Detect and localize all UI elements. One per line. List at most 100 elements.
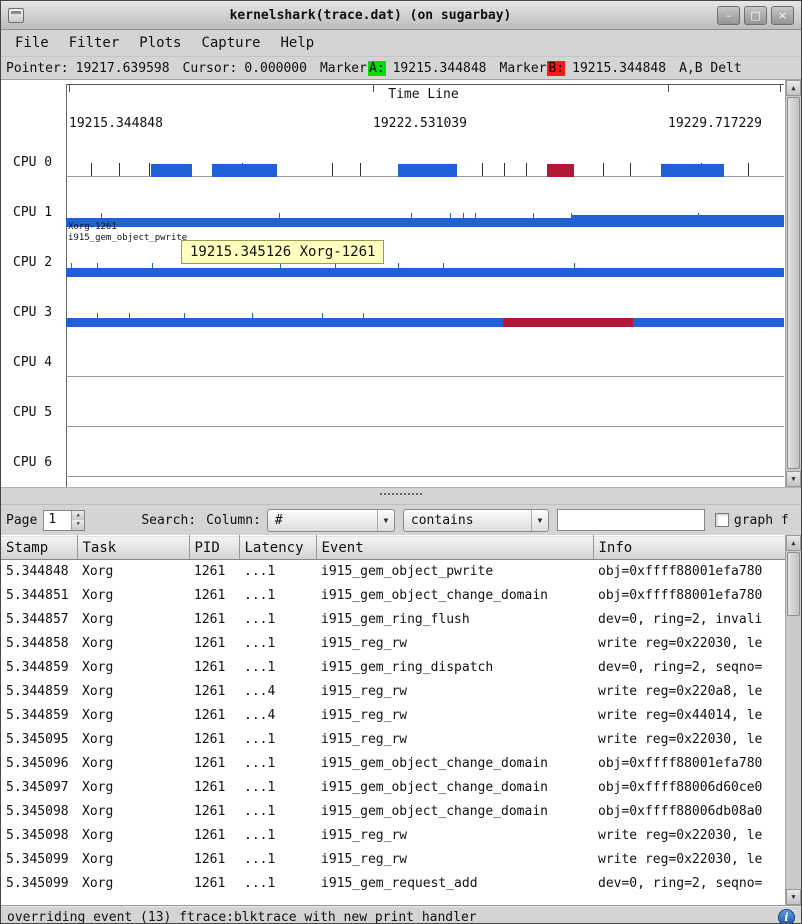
table-cell: Xorg: [77, 704, 189, 728]
table-cell: obj=0xffff88001efa780: [593, 584, 785, 608]
table-row[interactable]: 5.344859Xorg1261...4i915_reg_rwwrite reg…: [1, 704, 785, 728]
table-cell: Xorg: [77, 800, 189, 824]
match-select[interactable]: contains ▼: [403, 509, 549, 532]
cpu-row: CPU 4: [1, 338, 801, 388]
table-cell: 1261: [189, 848, 239, 872]
table-row[interactable]: 5.344859Xorg1261...4i915_reg_rwwrite reg…: [1, 680, 785, 704]
menu-help[interactable]: Help: [270, 30, 324, 56]
scrollbar-thumb[interactable]: [787, 97, 800, 469]
graph-scrollbar[interactable]: ▲ ▼: [785, 80, 801, 487]
col-header-stamp[interactable]: Stamp: [1, 536, 77, 560]
table-cell: i915_gem_ring_flush: [316, 608, 593, 632]
table-cell: 5.344859: [1, 680, 77, 704]
info-icon[interactable]: i: [778, 909, 795, 924]
table-row[interactable]: 5.345098Xorg1261...1i915_reg_rwwrite reg…: [1, 824, 785, 848]
cpu-plot[interactable]: [66, 388, 784, 438]
cpu-plot[interactable]: [66, 438, 784, 488]
table-cell: ...1: [239, 728, 316, 752]
col-header-info[interactable]: Info: [593, 536, 785, 560]
minimize-button[interactable]: –: [717, 6, 740, 25]
marker-a-chip[interactable]: A:: [368, 61, 386, 76]
table-row[interactable]: 5.345099Xorg1261...1i915_gem_request_add…: [1, 872, 785, 896]
col-header-pid[interactable]: PID: [189, 536, 239, 560]
table-row[interactable]: 5.345095Xorg1261...1i915_reg_rwwrite reg…: [1, 728, 785, 752]
event-tick: [332, 163, 333, 176]
table-row[interactable]: 5.344857Xorg1261...1i915_gem_ring_flushd…: [1, 608, 785, 632]
menu-filter[interactable]: Filter: [59, 30, 130, 56]
table-row[interactable]: 5.344851Xorg1261...1i915_gem_object_chan…: [1, 584, 785, 608]
arrow-down-icon: ▼: [791, 475, 795, 483]
status-bar: overriding event (13) ftrace:blktrace wi…: [1, 905, 801, 924]
titlebar[interactable]: kernelshark(trace.dat) (on sugarbay) – □…: [1, 1, 801, 30]
table-cell: Xorg: [77, 752, 189, 776]
table-cell: write reg=0x22030, le: [593, 848, 785, 872]
table-row[interactable]: 5.344848Xorg1261...1i915_gem_object_pwri…: [1, 560, 785, 584]
table-cell: ...1: [239, 632, 316, 656]
event-tick: [119, 163, 120, 176]
hover-task-label: Xorg-1261 i915_gem_object_pwrite: [68, 222, 187, 244]
column-selected-value: #: [268, 513, 377, 528]
scroll-up-button[interactable]: ▲: [786, 80, 801, 96]
scroll-down-button[interactable]: ▼: [786, 471, 801, 487]
close-button[interactable]: ×: [771, 6, 794, 25]
table-scrollbar[interactable]: ▲ ▼: [785, 535, 801, 905]
table-row[interactable]: 5.344859Xorg1261...1i915_gem_ring_dispat…: [1, 656, 785, 680]
event-tick: [149, 163, 150, 176]
table-cell: ...1: [239, 872, 316, 896]
table-row[interactable]: 5.345098Xorg1261...1i915_gem_object_chan…: [1, 800, 785, 824]
page-up-button[interactable]: ▲: [72, 511, 84, 521]
page-down-button[interactable]: ▼: [72, 520, 84, 530]
col-header-event[interactable]: Event: [316, 536, 593, 560]
table-cell: Xorg: [77, 608, 189, 632]
cpu-plot[interactable]: [66, 288, 784, 338]
col-header-latency[interactable]: Latency: [239, 536, 316, 560]
table-row[interactable]: 5.344858Xorg1261...1i915_reg_rwwrite reg…: [1, 632, 785, 656]
table-cell: obj=0xffff88001efa780: [593, 560, 785, 584]
table-cell: i915_reg_rw: [316, 728, 593, 752]
event-tick: [91, 163, 92, 176]
marker-b-chip[interactable]: B:: [547, 61, 565, 76]
task-bar: [151, 164, 191, 177]
table-header-row: Stamp Task PID Latency Event Info: [1, 536, 785, 560]
table-cell: dev=0, ring=2, seqno=: [593, 656, 785, 680]
column-select[interactable]: # ▼: [267, 509, 395, 532]
table-cell: i915_gem_object_pwrite: [316, 560, 593, 584]
cpu-baseline: [66, 376, 784, 377]
task-bar: [661, 164, 723, 177]
page-value: 1: [44, 511, 71, 530]
col-header-task[interactable]: Task: [77, 536, 189, 560]
search-toolbar: Page 1 ▲ ▼ Search: Column: # ▼ contains …: [1, 505, 801, 535]
scrollbar-thumb[interactable]: [787, 552, 800, 616]
table-cell: 1261: [189, 728, 239, 752]
search-input[interactable]: [557, 509, 705, 531]
table-cell: ...1: [239, 848, 316, 872]
graph-follows-checkbox[interactable]: [715, 513, 729, 527]
cpu-plot[interactable]: [66, 338, 784, 388]
cpu-plot[interactable]: [66, 238, 784, 288]
table-cell: i915_reg_rw: [316, 848, 593, 872]
task-bar: [66, 318, 784, 327]
scroll-up-button[interactable]: ▲: [786, 535, 801, 551]
menu-file[interactable]: File: [5, 30, 59, 56]
table-row[interactable]: 5.345099Xorg1261...1i915_reg_rwwrite reg…: [1, 848, 785, 872]
table-row[interactable]: 5.345097Xorg1261...1i915_gem_object_chan…: [1, 776, 785, 800]
marker-b-label: Marker: [500, 61, 547, 76]
table-row[interactable]: 5.345096Xorg1261...1i915_gem_object_chan…: [1, 752, 785, 776]
cpu-row: CPU 6: [1, 438, 801, 488]
menu-plots[interactable]: Plots: [129, 30, 191, 56]
cpu-plot[interactable]: [66, 138, 784, 188]
table-cell: obj=0xffff88006db08a0: [593, 800, 785, 824]
pane-splitter[interactable]: [1, 493, 801, 505]
menu-capture[interactable]: Capture: [191, 30, 270, 56]
event-tick: [360, 163, 361, 176]
maximize-icon: □: [750, 9, 760, 22]
task-bar: [571, 215, 784, 227]
maximize-button[interactable]: □: [744, 6, 767, 25]
pointer-bar: Pointer: 19217.639598 Cursor: 0.000000 M…: [1, 57, 801, 80]
table-cell: ...1: [239, 776, 316, 800]
scroll-down-button[interactable]: ▼: [786, 889, 801, 905]
cpu-row: CPU 2: [1, 238, 801, 288]
column-label: Column:: [206, 513, 261, 528]
page-spinner[interactable]: 1 ▲ ▼: [43, 510, 85, 531]
cursor-readout: Cursor: 0.000000: [183, 61, 307, 76]
